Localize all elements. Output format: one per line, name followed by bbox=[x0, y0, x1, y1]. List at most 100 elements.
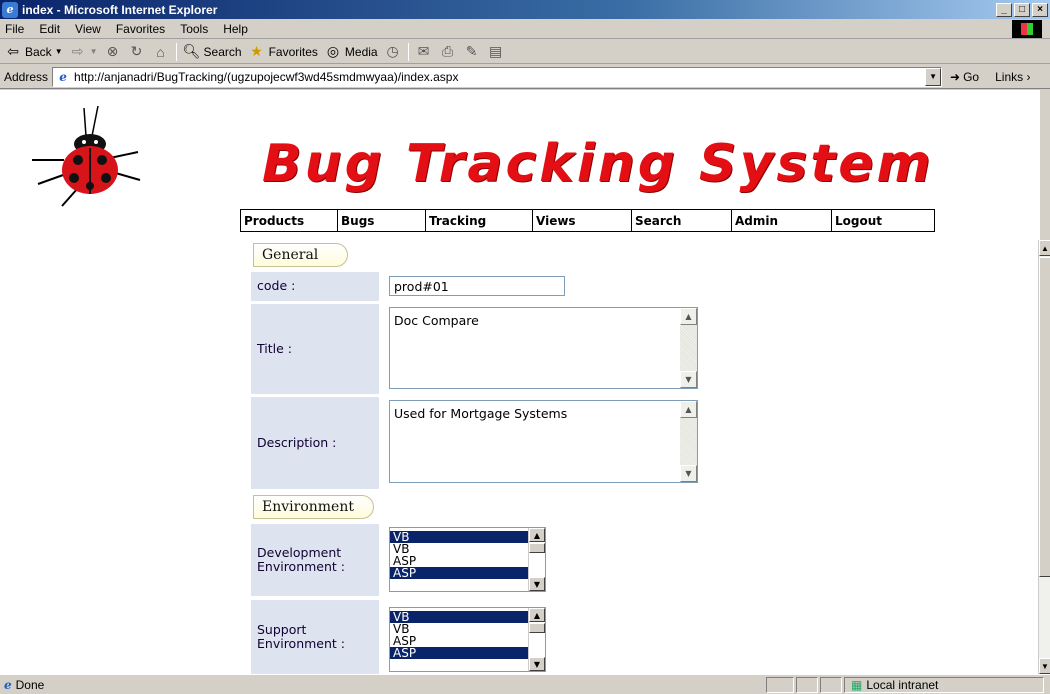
support-env-scrollbar[interactable]: ▲ ▼ bbox=[528, 608, 545, 671]
toolbar: ⇦ Back ▼ ⇨ ▼ ⊗ ↻ ⌂ 🔍︎ Search ★ Favorites… bbox=[0, 40, 1050, 64]
description-value: Used for Mortgage Systems bbox=[394, 406, 568, 421]
menu-file[interactable]: File bbox=[5, 22, 24, 36]
nav-bugs[interactable]: Bugs bbox=[338, 210, 426, 231]
address-input[interactable]: e http://anjanadri/BugTracking/(ugzupoje… bbox=[52, 66, 943, 87]
search-button[interactable]: 🔍︎ Search bbox=[183, 43, 242, 61]
scroll-up-icon[interactable]: ▲ bbox=[680, 308, 697, 325]
nav-tracking[interactable]: Tracking bbox=[426, 210, 533, 231]
list-option[interactable]: VB bbox=[390, 611, 545, 623]
status-text: Done bbox=[15, 677, 45, 692]
status-bar: e Done ▦ Local intranet bbox=[0, 674, 1050, 694]
support-env-label-line1: Support bbox=[257, 621, 307, 637]
dev-env-label-line2: Environment : bbox=[257, 559, 346, 574]
page-scroll-thumb[interactable] bbox=[1039, 257, 1050, 577]
address-dropdown-icon[interactable]: ▼ bbox=[925, 67, 942, 86]
security-zone: ▦ Local intranet bbox=[844, 676, 1044, 693]
title-label: Title : bbox=[251, 304, 379, 394]
menu-help[interactable]: Help bbox=[223, 22, 248, 36]
scroll-down-icon[interactable]: ▼ bbox=[529, 657, 545, 671]
support-env-listbox[interactable]: VB VB ASP ASP ▲ ▼ bbox=[389, 607, 546, 672]
back-arrow-icon: ⇦ bbox=[7, 43, 19, 59]
discuss-icon[interactable]: ▤ bbox=[487, 43, 505, 61]
menu-favorites[interactable]: Favorites bbox=[116, 22, 165, 36]
description-label: Description : bbox=[251, 397, 379, 489]
description-textarea[interactable]: Used for Mortgage Systems ▲ ▼ bbox=[389, 400, 698, 483]
mail-icon[interactable]: ✉ bbox=[415, 43, 433, 61]
history-icon[interactable]: ◷ bbox=[384, 43, 402, 61]
search-icon: 🔍︎ bbox=[182, 43, 201, 59]
back-dropdown-icon[interactable]: ▼ bbox=[55, 47, 63, 56]
window-title: index - Microsoft Internet Explorer bbox=[22, 2, 218, 17]
page-scroll-down-icon[interactable]: ▼ bbox=[1039, 658, 1050, 674]
description-scrollbar[interactable]: ▲ ▼ bbox=[680, 401, 697, 482]
back-label: Back bbox=[25, 44, 52, 59]
menu-edit[interactable]: Edit bbox=[39, 22, 60, 36]
go-label: Go bbox=[963, 69, 980, 84]
scroll-up-icon[interactable]: ▲ bbox=[680, 401, 697, 418]
brand-title: Bug Tracking System bbox=[262, 134, 934, 194]
scroll-thumb[interactable] bbox=[529, 623, 545, 633]
code-input[interactable]: prod#01 bbox=[389, 276, 565, 296]
address-label: Address bbox=[4, 69, 49, 84]
title-scrollbar[interactable]: ▲ ▼ bbox=[680, 308, 697, 388]
page-scrollbar[interactable]: ▲ ▼ bbox=[1038, 240, 1050, 674]
scroll-up-icon[interactable]: ▲ bbox=[529, 608, 545, 622]
dev-env-label-line1: Development bbox=[257, 544, 342, 560]
scroll-down-icon[interactable]: ▼ bbox=[680, 371, 697, 388]
scroll-up-icon[interactable]: ▲ bbox=[529, 528, 545, 542]
title-bar: e index - Microsoft Internet Explorer _ … bbox=[0, 0, 1050, 19]
scroll-thumb[interactable] bbox=[529, 543, 545, 553]
media-label: Media bbox=[344, 44, 378, 59]
status-cell bbox=[796, 676, 818, 693]
favorites-icon: ★ bbox=[250, 43, 263, 59]
maximize-button[interactable]: □ bbox=[1014, 2, 1030, 17]
list-option[interactable]: ASP bbox=[390, 567, 545, 579]
nav-products[interactable]: Products bbox=[241, 210, 338, 231]
list-option[interactable]: ASP bbox=[390, 647, 545, 659]
forward-button[interactable]: ⇨ ▼ bbox=[69, 43, 98, 61]
menu-bar: File Edit View Favorites Tools Help bbox=[0, 19, 1050, 39]
status-text-area: e Done bbox=[0, 678, 764, 692]
window-controls: _ □ × bbox=[996, 2, 1048, 17]
links-button[interactable]: Links › bbox=[995, 70, 1030, 84]
status-cell bbox=[820, 676, 842, 693]
address-bar: Address e http://anjanadri/BugTracking/(… bbox=[0, 65, 1050, 89]
menu-view[interactable]: View bbox=[75, 22, 101, 36]
edit-icon[interactable]: ✎ bbox=[463, 43, 481, 61]
dev-env-scrollbar[interactable]: ▲ ▼ bbox=[528, 528, 545, 591]
title-textarea[interactable]: Doc Compare ▲ ▼ bbox=[389, 307, 698, 389]
intranet-icon: ▦ bbox=[851, 677, 863, 692]
status-cell bbox=[766, 676, 794, 693]
page-scroll-up-icon[interactable]: ▲ bbox=[1039, 240, 1050, 256]
ladybug-logo-icon bbox=[32, 105, 141, 207]
nav-views[interactable]: Views bbox=[533, 210, 632, 231]
go-button[interactable]: ➜ Go bbox=[950, 70, 979, 84]
support-env-label-line2: Environment : bbox=[257, 636, 346, 651]
stop-icon[interactable]: ⊗ bbox=[104, 43, 122, 61]
toolbar-separator bbox=[175, 42, 177, 61]
media-button[interactable]: ◎ Media bbox=[324, 43, 378, 61]
address-url: http://anjanadri/BugTracking/(ugzupojecw… bbox=[74, 69, 459, 84]
nav-logout[interactable]: Logout bbox=[832, 210, 934, 231]
print-icon[interactable]: ⎙ bbox=[439, 43, 457, 61]
menu-tools[interactable]: Tools bbox=[180, 22, 208, 36]
scroll-down-icon[interactable]: ▼ bbox=[529, 577, 545, 591]
favorites-button[interactable]: ★ Favorites bbox=[248, 43, 318, 61]
back-button[interactable]: ⇦ Back ▼ bbox=[4, 43, 63, 61]
forward-dropdown-icon[interactable]: ▼ bbox=[90, 47, 98, 56]
toolbar-separator bbox=[407, 42, 409, 61]
search-label: Search bbox=[203, 44, 242, 59]
environment-section-tab: Environment bbox=[253, 495, 374, 519]
nav-search[interactable]: Search bbox=[632, 210, 732, 231]
scroll-down-icon[interactable]: ▼ bbox=[680, 465, 697, 482]
list-option[interactable]: VB bbox=[390, 531, 545, 543]
home-icon[interactable]: ⌂ bbox=[152, 43, 170, 61]
close-button[interactable]: × bbox=[1032, 2, 1048, 17]
refresh-icon[interactable]: ↻ bbox=[128, 43, 146, 61]
code-label: code : bbox=[251, 272, 379, 301]
dev-env-listbox[interactable]: VB VB ASP ASP ▲ ▼ bbox=[389, 527, 546, 592]
go-arrow-icon: ➜ bbox=[950, 69, 961, 84]
minimize-button[interactable]: _ bbox=[996, 2, 1012, 17]
nav-admin[interactable]: Admin bbox=[732, 210, 832, 231]
zone-label: Local intranet bbox=[866, 677, 939, 692]
